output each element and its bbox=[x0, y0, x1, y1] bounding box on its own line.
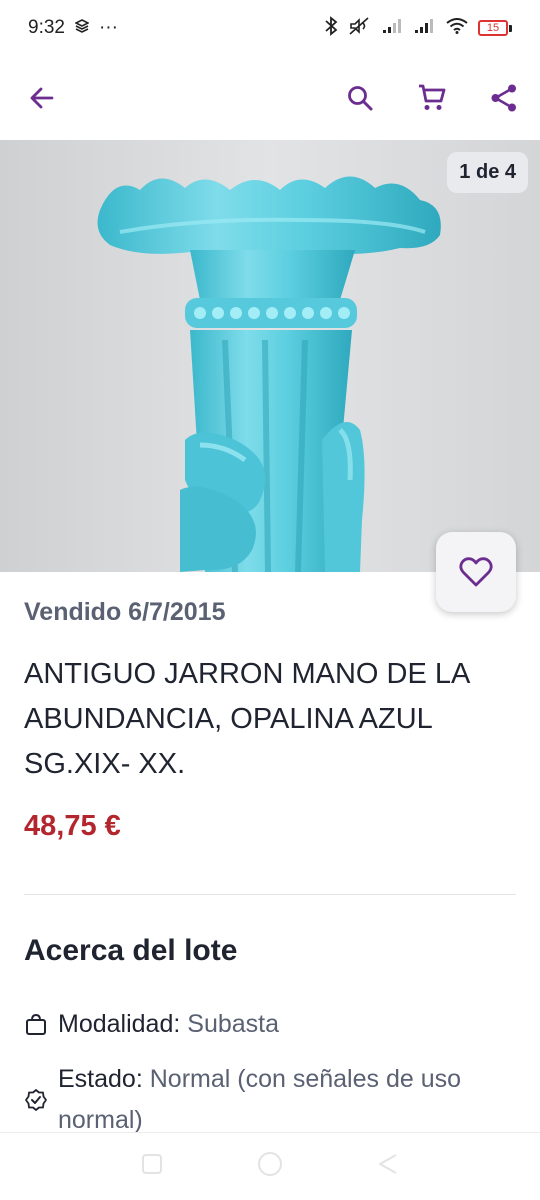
image-counter: 1 de 4 bbox=[447, 152, 528, 193]
search-icon bbox=[348, 86, 373, 111]
sold-date: Vendido 6/7/2015 bbox=[24, 598, 226, 626]
favorite-button[interactable] bbox=[436, 532, 516, 612]
search-button[interactable] bbox=[338, 76, 382, 120]
mute-icon bbox=[348, 16, 372, 41]
lot-title: ANTIGUO JARRON MANO DE LA ABUNDANCIA, OP… bbox=[24, 658, 469, 780]
back-button[interactable] bbox=[20, 76, 64, 120]
recents-icon[interactable] bbox=[140, 1152, 164, 1181]
battery-icon: 15 bbox=[478, 20, 512, 36]
lot-price: 48,75 € bbox=[24, 810, 121, 842]
vase-photo bbox=[0, 140, 540, 572]
status-time: 9:32 bbox=[28, 17, 65, 38]
badge-check-icon bbox=[24, 1059, 58, 1141]
signal-icon bbox=[414, 18, 436, 39]
cart-icon bbox=[419, 84, 446, 110]
share-button[interactable] bbox=[482, 76, 526, 120]
battery-level: 15 bbox=[478, 20, 508, 36]
signal-icon bbox=[382, 18, 404, 39]
heart-outline-icon bbox=[459, 557, 493, 587]
detail-label: Estado: bbox=[58, 1065, 143, 1093]
arrow-left-icon bbox=[30, 87, 54, 109]
share-icon bbox=[491, 84, 516, 112]
home-icon[interactable] bbox=[256, 1150, 284, 1183]
bag-icon bbox=[24, 1004, 58, 1045]
system-nav-bar bbox=[0, 1132, 540, 1200]
status-bar: 9:32 ··· 15 bbox=[0, 0, 540, 56]
bluetooth-icon bbox=[324, 15, 338, 41]
product-image[interactable]: 1 de 4 bbox=[0, 140, 540, 572]
detail-estado: Estado: Normal (con señales de uso norma… bbox=[24, 1059, 504, 1141]
wifi-icon bbox=[446, 17, 468, 39]
detail-modalidad: Modalidad: Subasta bbox=[24, 1004, 279, 1045]
app-bar bbox=[0, 56, 540, 140]
detail-value: Subasta bbox=[187, 1010, 280, 1038]
cart-button[interactable] bbox=[410, 76, 454, 120]
detail-label: Modalidad: bbox=[58, 1010, 181, 1038]
status-more: ··· bbox=[98, 17, 118, 38]
back-icon[interactable] bbox=[376, 1152, 400, 1181]
stack-icon bbox=[74, 17, 90, 39]
divider bbox=[24, 894, 516, 895]
about-heading: Acerca del lote bbox=[24, 934, 238, 967]
